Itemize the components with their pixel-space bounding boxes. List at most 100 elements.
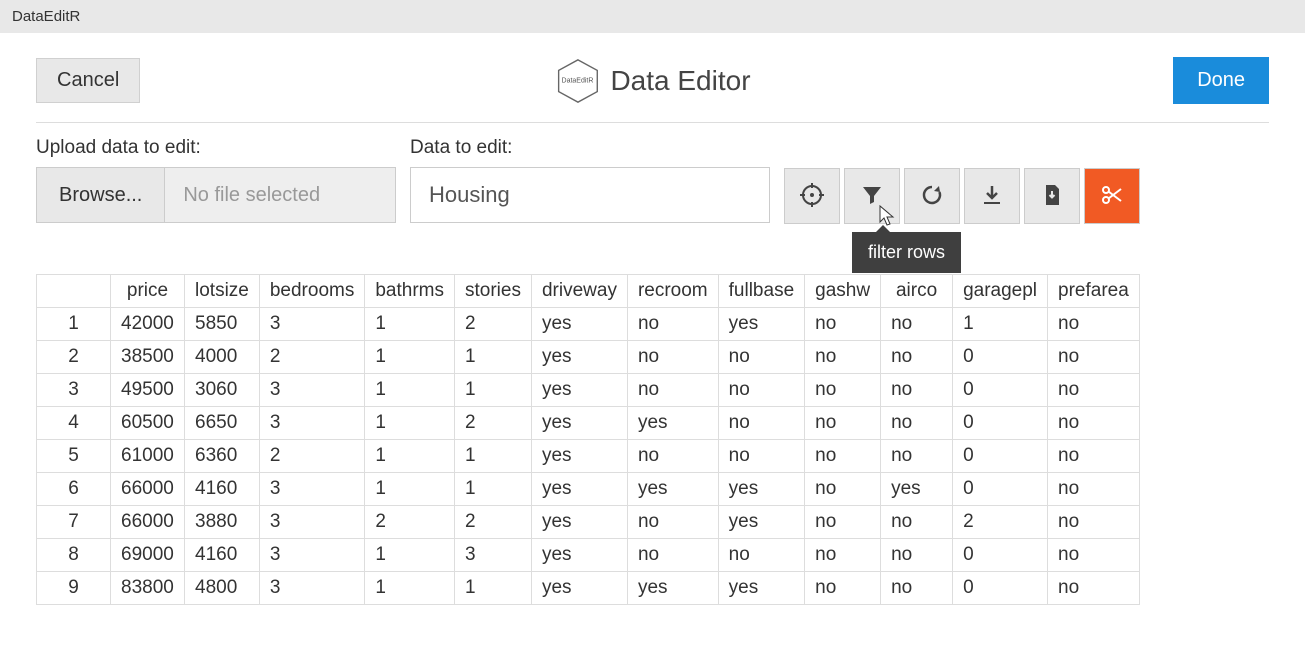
data-cell[interactable]: 83800	[111, 572, 185, 605]
data-cell[interactable]: 1	[455, 374, 532, 407]
data-cell[interactable]: 3	[259, 572, 365, 605]
data-cell[interactable]: no	[1048, 308, 1140, 341]
row-number-cell[interactable]: 6	[37, 473, 111, 506]
data-cell[interactable]: yes	[531, 506, 627, 539]
data-cell[interactable]: yes	[531, 407, 627, 440]
cut-button[interactable]	[1084, 168, 1140, 224]
data-cell[interactable]: 1	[365, 407, 455, 440]
data-cell[interactable]: 69000	[111, 539, 185, 572]
data-cell[interactable]: yes	[718, 308, 805, 341]
data-cell[interactable]: 0	[953, 374, 1048, 407]
data-cell[interactable]: no	[881, 539, 953, 572]
col-header[interactable]: gashw	[805, 275, 881, 308]
data-cell[interactable]: 3	[455, 539, 532, 572]
col-header[interactable]: airco	[881, 275, 953, 308]
export-button[interactable]	[964, 168, 1020, 224]
data-cell[interactable]: no	[718, 341, 805, 374]
col-header[interactable]: bathrms	[365, 275, 455, 308]
data-cell[interactable]: no	[881, 407, 953, 440]
data-cell[interactable]: no	[1048, 440, 1140, 473]
row-number-cell[interactable]: 8	[37, 539, 111, 572]
data-cell[interactable]: no	[627, 506, 718, 539]
data-cell[interactable]: yes	[531, 572, 627, 605]
data-cell[interactable]: yes	[531, 440, 627, 473]
data-table-wrapper[interactable]: price lotsize bedrooms bathrms stories d…	[36, 274, 1269, 605]
col-header[interactable]: prefarea	[1048, 275, 1140, 308]
data-cell[interactable]: 3060	[185, 374, 260, 407]
col-header[interactable]: recroom	[627, 275, 718, 308]
data-cell[interactable]: 6650	[185, 407, 260, 440]
data-cell[interactable]: 1	[455, 341, 532, 374]
data-cell[interactable]: 0	[953, 407, 1048, 440]
data-cell[interactable]: yes	[627, 572, 718, 605]
data-cell[interactable]: yes	[531, 374, 627, 407]
data-cell[interactable]: 3	[259, 407, 365, 440]
data-cell[interactable]: 2	[455, 308, 532, 341]
data-cell[interactable]: yes	[531, 308, 627, 341]
data-cell[interactable]: no	[627, 374, 718, 407]
data-cell[interactable]: 0	[953, 341, 1048, 374]
data-cell[interactable]: 1	[953, 308, 1048, 341]
row-number-cell[interactable]: 9	[37, 572, 111, 605]
data-cell[interactable]: no	[627, 341, 718, 374]
table-corner-cell[interactable]	[37, 275, 111, 308]
data-name-input[interactable]	[410, 167, 770, 223]
data-cell[interactable]: no	[881, 308, 953, 341]
data-cell[interactable]: no	[805, 407, 881, 440]
data-cell[interactable]: 1	[365, 341, 455, 374]
data-cell[interactable]: 2	[259, 341, 365, 374]
row-number-cell[interactable]: 5	[37, 440, 111, 473]
row-number-cell[interactable]: 1	[37, 308, 111, 341]
data-cell[interactable]: no	[805, 308, 881, 341]
data-cell[interactable]: yes	[531, 539, 627, 572]
data-cell[interactable]: 1	[365, 374, 455, 407]
data-cell[interactable]: 2	[365, 506, 455, 539]
refresh-button[interactable]	[904, 168, 960, 224]
data-cell[interactable]: 4000	[185, 341, 260, 374]
data-cell[interactable]: no	[805, 440, 881, 473]
cancel-button[interactable]: Cancel	[36, 58, 140, 103]
data-cell[interactable]: 6360	[185, 440, 260, 473]
download-file-button[interactable]	[1024, 168, 1080, 224]
data-cell[interactable]: yes	[627, 407, 718, 440]
data-cell[interactable]: yes	[627, 473, 718, 506]
data-cell[interactable]: 66000	[111, 506, 185, 539]
data-table[interactable]: price lotsize bedrooms bathrms stories d…	[36, 274, 1140, 605]
row-number-cell[interactable]: 4	[37, 407, 111, 440]
data-cell[interactable]: 1	[455, 440, 532, 473]
row-number-cell[interactable]: 2	[37, 341, 111, 374]
data-cell[interactable]: 3	[259, 473, 365, 506]
col-header[interactable]: price	[111, 275, 185, 308]
data-cell[interactable]: 60500	[111, 407, 185, 440]
data-cell[interactable]: 1	[365, 473, 455, 506]
data-cell[interactable]: no	[1048, 407, 1140, 440]
data-cell[interactable]: 3	[259, 374, 365, 407]
data-cell[interactable]: no	[1048, 374, 1140, 407]
select-columns-button[interactable]	[784, 168, 840, 224]
data-cell[interactable]: 42000	[111, 308, 185, 341]
data-cell[interactable]: no	[805, 341, 881, 374]
done-button[interactable]: Done	[1173, 57, 1269, 104]
data-cell[interactable]: 2	[455, 407, 532, 440]
data-cell[interactable]: no	[881, 572, 953, 605]
data-cell[interactable]: 0	[953, 572, 1048, 605]
col-header[interactable]: fullbase	[718, 275, 805, 308]
data-cell[interactable]: 66000	[111, 473, 185, 506]
col-header[interactable]: lotsize	[185, 275, 260, 308]
data-cell[interactable]: 1	[365, 308, 455, 341]
data-cell[interactable]: no	[1048, 539, 1140, 572]
data-cell[interactable]: no	[881, 440, 953, 473]
data-cell[interactable]: no	[881, 506, 953, 539]
browse-button[interactable]: Browse...	[36, 167, 165, 223]
data-cell[interactable]: 1	[365, 572, 455, 605]
data-cell[interactable]: 1	[365, 539, 455, 572]
data-cell[interactable]: yes	[881, 473, 953, 506]
data-cell[interactable]: 0	[953, 440, 1048, 473]
data-cell[interactable]: 0	[953, 473, 1048, 506]
data-cell[interactable]: no	[805, 374, 881, 407]
data-cell[interactable]: 3	[259, 308, 365, 341]
filter-rows-button[interactable]	[844, 168, 900, 224]
data-cell[interactable]: no	[627, 440, 718, 473]
data-cell[interactable]: 61000	[111, 440, 185, 473]
data-cell[interactable]: no	[1048, 572, 1140, 605]
